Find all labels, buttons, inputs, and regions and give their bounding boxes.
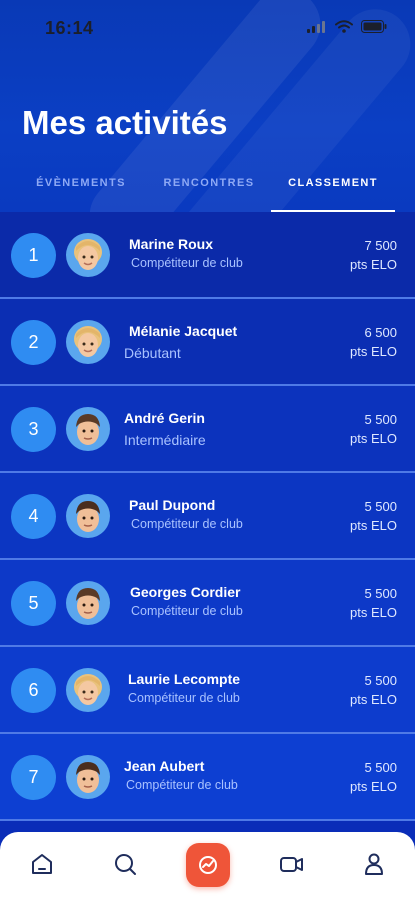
battery-icon [361, 20, 387, 33]
rank-badge: 1 [11, 233, 56, 278]
male-avatar-icon [66, 581, 110, 625]
player-level: Compétiteur de club [126, 778, 238, 792]
player-level: Débutant [124, 345, 181, 361]
search-icon [115, 854, 136, 875]
nav-activity[interactable] [186, 843, 230, 887]
ranking-row[interactable]: 2 Mélanie Jacquet Débutant 6 500 pts ELO [0, 299, 415, 386]
player-level: Compétiteur de club [131, 604, 243, 618]
ranking-row[interactable]: 7 Jean Aubert Compétiteur de club 5 500 p… [0, 734, 415, 821]
profile-icon [365, 853, 383, 875]
points-unit: pts ELO [350, 344, 397, 359]
rank-badge: 4 [11, 494, 56, 539]
player-level: Intermédiaire [124, 432, 206, 448]
home-icon [32, 854, 52, 874]
rank-badge: 5 [11, 581, 56, 626]
player-level: Compétiteur de club [131, 256, 243, 270]
rank-badge: 2 [11, 320, 56, 365]
points-unit: pts ELO [350, 257, 397, 272]
points-unit: pts ELO [350, 692, 397, 707]
player-points: 5 500 pts ELO [350, 497, 397, 535]
player-name: Georges Cordier [130, 584, 241, 600]
player-name: Marine Roux [129, 236, 214, 252]
male-avatar-icon [66, 755, 110, 799]
status-time: 16:14 [45, 18, 94, 38]
header: 16:14 Mes activités ÉVÈNEMENTS RENCONTRE [0, 0, 415, 212]
player-name: Paul Dupond [129, 497, 216, 513]
player-name: André Gerin [124, 410, 205, 426]
ranking-row[interactable]: 1 Marine Roux Compétiteur de club 7 500 p… [0, 212, 415, 299]
player-points: 5 500 pts ELO [350, 584, 397, 622]
points-value: 7 500 [364, 238, 397, 253]
player-points: 5 500 pts ELO [350, 671, 397, 709]
nav-profile[interactable] [356, 846, 392, 882]
male-avatar-icon [66, 407, 110, 451]
points-value: 5 500 [364, 412, 397, 427]
player-points: 5 500 pts ELO [350, 410, 397, 448]
tab-bar: ÉVÈNEMENTS RENCONTRES CLASSEMENT [0, 168, 415, 212]
player-name: Laurie Lecompte [128, 671, 241, 687]
ranking-row[interactable]: 3 André Gerin Intermédiaire 5 500 pts ELO [0, 386, 415, 473]
points-unit: pts ELO [350, 779, 397, 794]
video-icon [280, 857, 303, 872]
points-value: 6 500 [364, 325, 397, 340]
nav-video[interactable] [274, 846, 310, 882]
tab-matches[interactable]: RENCONTRES [150, 168, 268, 212]
bottom-nav [0, 832, 415, 900]
female-avatar-icon [66, 320, 110, 364]
player-points: 7 500 pts ELO [350, 236, 397, 274]
points-unit: pts ELO [350, 518, 397, 533]
tab-ranking[interactable]: CLASSEMENT [271, 168, 395, 212]
rank-badge: 6 [11, 668, 56, 713]
rank-badge: 3 [11, 407, 56, 452]
nav-home[interactable] [24, 846, 60, 882]
rank-badge: 7 [11, 755, 56, 800]
activity-icon [199, 856, 217, 874]
player-name: Jean Aubert [124, 758, 205, 774]
female-avatar-icon [66, 668, 110, 712]
nav-search[interactable] [107, 846, 143, 882]
ranking-row[interactable]: 5 Georges Cordier Compétiteur de club 5 … [0, 560, 415, 647]
female-avatar-icon [66, 233, 110, 277]
points-unit: pts ELO [350, 431, 397, 446]
male-avatar-icon [66, 494, 110, 538]
page-title: Mes activités [22, 104, 228, 141]
player-level: Compétiteur de club [128, 691, 240, 705]
player-name: Mélanie Jacquet [129, 323, 238, 339]
status-icons [307, 20, 387, 33]
points-unit: pts ELO [350, 605, 397, 620]
player-level: Compétiteur de club [131, 517, 243, 531]
player-points: 6 500 pts ELO [350, 323, 397, 361]
points-value: 5 500 [364, 499, 397, 514]
points-value: 5 500 [364, 673, 397, 688]
status-bar: 16:14 [0, 0, 415, 50]
ranking-row[interactable]: 6 Laurie Lecompte Compétiteur de club 5 … [0, 647, 415, 734]
player-points: 5 500 pts ELO [350, 758, 397, 796]
signal-icon [307, 20, 325, 33]
points-value: 5 500 [364, 760, 397, 775]
wifi-icon [335, 20, 353, 33]
points-value: 5 500 [364, 586, 397, 601]
ranking-row[interactable]: 4 Paul Dupond Compétiteur de club 5 500 p… [0, 473, 415, 560]
tab-events[interactable]: ÉVÈNEMENTS [22, 168, 140, 212]
